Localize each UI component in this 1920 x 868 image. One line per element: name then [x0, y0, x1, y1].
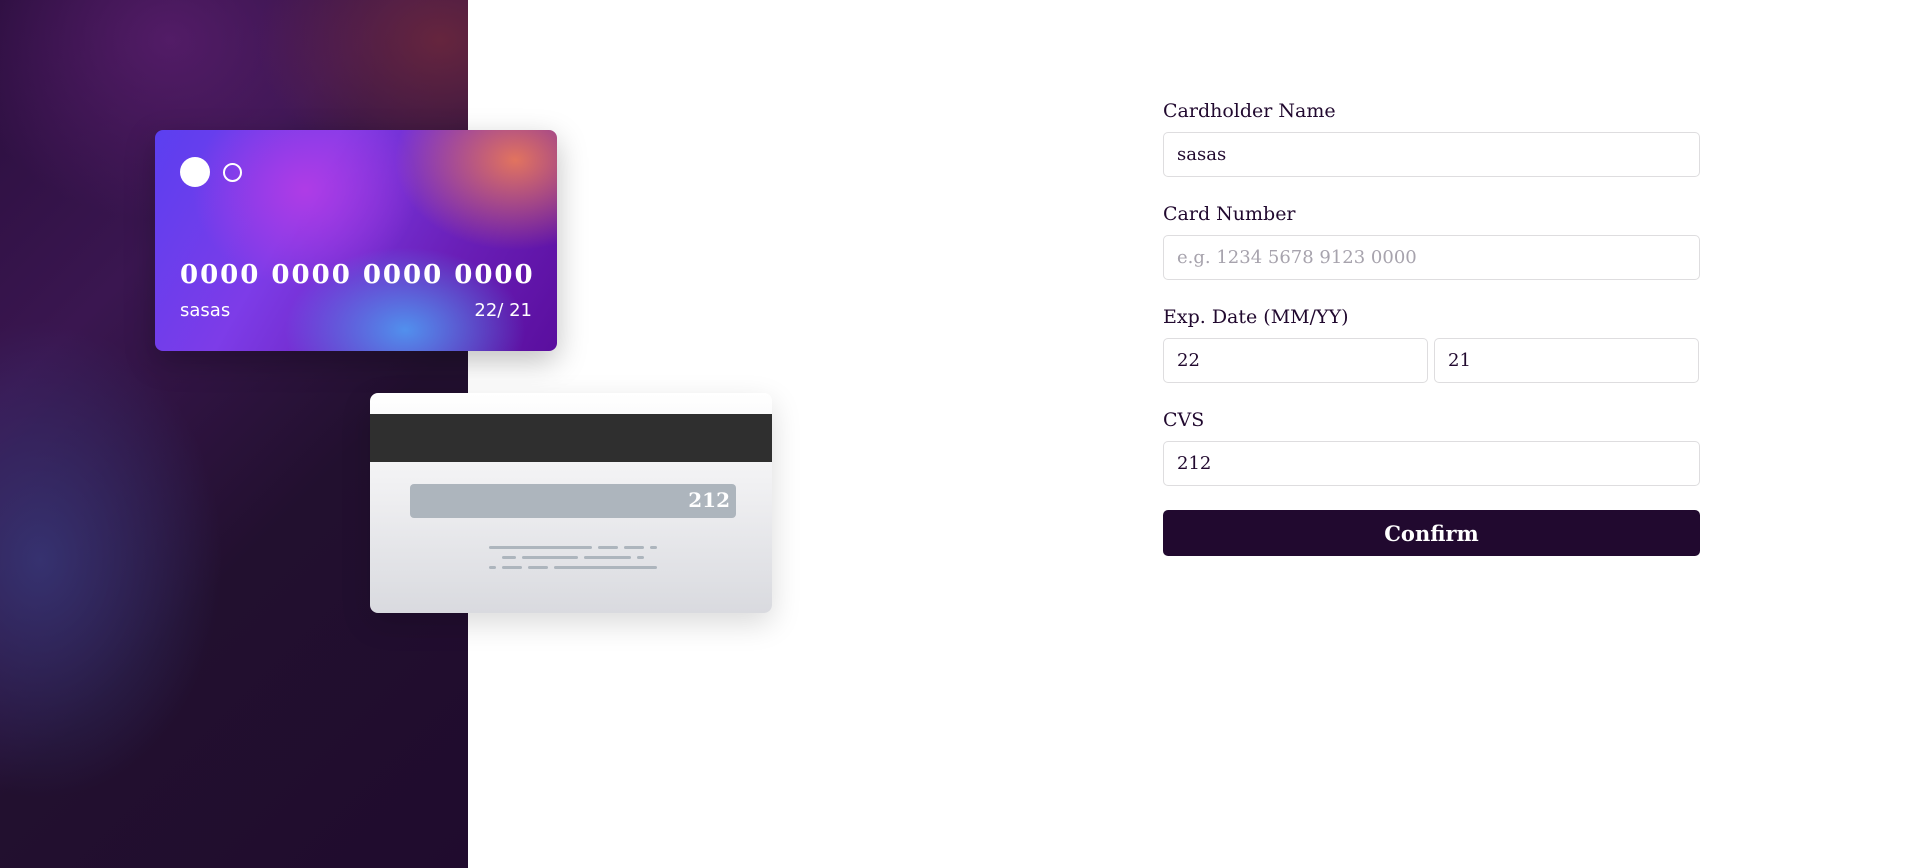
- card-back-line: [522, 556, 578, 559]
- card-number-input[interactable]: [1163, 235, 1700, 280]
- card-front-preview: 0000 0000 0000 0000 sasas 22/ 21: [155, 130, 557, 351]
- card-logo-filled-circle-icon: [180, 157, 210, 187]
- confirm-button[interactable]: Confirm: [1163, 510, 1700, 556]
- card-logo-outline-circle-icon: [223, 163, 242, 182]
- cvs-group: CVS: [1163, 409, 1700, 486]
- card-back-line: [502, 556, 516, 559]
- exp-date-row: [1163, 338, 1700, 383]
- card-back-line: [598, 546, 618, 549]
- exp-month-input[interactable]: [1163, 338, 1428, 383]
- card-number-group: Card Number: [1163, 203, 1700, 280]
- card-number-label: Card Number: [1163, 203, 1296, 225]
- card-back-line: [554, 566, 657, 569]
- cardholder-label: Cardholder Name: [1163, 100, 1336, 122]
- cvc-display: 212: [688, 488, 730, 512]
- card-back-line: [584, 556, 631, 559]
- cvc-strip: 212: [410, 484, 736, 518]
- card-back-line: [489, 546, 592, 549]
- card-back-line: [624, 546, 644, 549]
- exp-date-group: Exp. Date (MM/YY): [1163, 306, 1700, 383]
- card-back-line: [637, 556, 644, 559]
- cardholder-name-display: sasas: [180, 300, 231, 321]
- exp-year-input[interactable]: [1434, 338, 1699, 383]
- cvs-input[interactable]: [1163, 441, 1700, 486]
- exp-date-label: Exp. Date (MM/YY): [1163, 306, 1349, 328]
- card-number-display: 0000 0000 0000 0000: [180, 260, 535, 290]
- card-back-line: [502, 566, 522, 569]
- card-details-form: Cardholder Name Card Number Exp. Date (M…: [1163, 100, 1700, 556]
- cardholder-name-input[interactable]: [1163, 132, 1700, 177]
- cardholder-group: Cardholder Name: [1163, 100, 1700, 177]
- card-back-preview: 212: [370, 393, 772, 613]
- card-back-line: [650, 546, 657, 549]
- cvs-label: CVS: [1163, 409, 1205, 431]
- magnetic-strip: [370, 414, 772, 462]
- card-back-line: [528, 566, 548, 569]
- card-back-line: [489, 566, 496, 569]
- card-expiry-display: 22/ 21: [474, 300, 532, 321]
